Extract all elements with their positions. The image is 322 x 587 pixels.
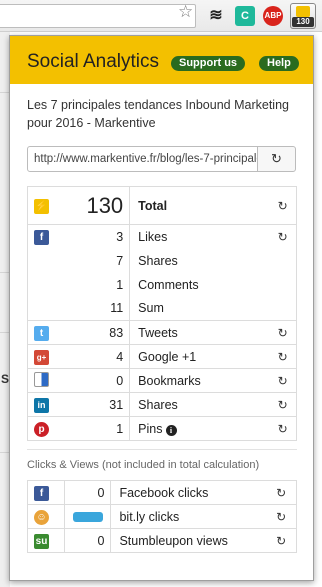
facebook-sum-value: 11 <box>60 296 131 321</box>
facebook-shares-label: Shares <box>129 248 270 273</box>
section-divider <box>27 449 297 450</box>
total-label: Total <box>129 186 270 225</box>
social-analytics-icon[interactable]: 130 <box>290 3 316 29</box>
twitter-value: 83 <box>60 320 131 345</box>
facebook-icon: f <box>34 229 49 245</box>
pinterest-icon: p <box>34 421 49 437</box>
stumbleupon-value: 0 <box>64 528 112 553</box>
refresh-facebook-button[interactable]: ↻ <box>269 224 298 249</box>
table-row-total: ⚡ 130 Total ↻ <box>26 186 298 225</box>
refresh-linkedin-button[interactable]: ↻ <box>269 392 298 417</box>
facebook-shares-value: 7 <box>60 248 131 273</box>
stats-table: ⚡ 130 Total ↻ f 3 Likes ↻ 7 Shares 1 Com… <box>26 186 298 441</box>
buffer-icon[interactable]: ≋ <box>206 6 226 26</box>
pinterest-label: Pins <box>138 421 163 436</box>
twitter-label: Tweets <box>129 320 270 345</box>
bitly-icon: ☺ <box>34 509 49 525</box>
delicious-value: 0 <box>60 368 131 393</box>
page-title: Les 7 principales tendances Inbound Mark… <box>27 98 289 130</box>
total-value: 130 <box>60 186 131 225</box>
table-row-twitter: t 83 Tweets ↻ <box>26 320 298 345</box>
support-us-button[interactable]: Support us <box>171 56 246 71</box>
stumbleupon-icon: su <box>34 533 49 549</box>
info-icon[interactable]: i <box>165 424 177 436</box>
refresh-pinterest-button[interactable]: ↻ <box>269 416 298 441</box>
browser-toolbar: ☆ ≋ C ABP 130 <box>0 0 322 32</box>
delicious-icon <box>34 371 49 387</box>
google-plus-value: 4 <box>60 344 131 369</box>
table-row-stumbleupon-views: su 0 Stumbleupon views ↻ <box>26 528 298 553</box>
url-refresh-button[interactable]: ↻ <box>257 146 296 172</box>
linkedin-value: 31 <box>60 392 131 417</box>
table-row-facebook-shares: 7 Shares <box>26 248 298 273</box>
facebook-comments-value: 1 <box>60 272 131 297</box>
address-bar[interactable] <box>0 4 196 28</box>
bitly-clicks-label: bit.ly clicks <box>110 504 267 529</box>
table-row-linkedin: in 31 Shares ↻ <box>26 392 298 417</box>
facebook-sum-label: Sum <box>129 296 270 321</box>
refresh-icon: ↻ <box>271 151 282 166</box>
c-extension-icon[interactable]: C <box>235 6 255 26</box>
bitly-loading-bar <box>72 512 103 523</box>
refresh-stumbleupon-button[interactable]: ↻ <box>266 528 298 553</box>
table-row-facebook-sum: 11 Sum <box>26 296 298 321</box>
google-plus-icon: g+ <box>34 349 49 365</box>
social-analytics-popup: Social Analytics Support us Help Les 7 p… <box>9 35 314 581</box>
facebook-clicks-value: 0 <box>64 480 112 505</box>
refresh-facebook-clicks-button[interactable]: ↻ <box>266 480 298 505</box>
table-row-bitly-clicks: ☺ bit.ly clicks ↻ <box>26 504 298 529</box>
refresh-bitly-button[interactable]: ↻ <box>266 504 298 529</box>
popup-title: Social Analytics <box>27 51 160 72</box>
refresh-google-plus-button[interactable]: ↻ <box>269 344 298 369</box>
refresh-delicious-button[interactable]: ↻ <box>269 368 298 393</box>
url-field[interactable]: http://www.markentive.fr/blog/les-7-prin… <box>27 146 258 172</box>
stumbleupon-label: Stumbleupon views <box>110 528 267 553</box>
facebook-icon: f <box>34 485 49 501</box>
google-plus-label: Google +1 <box>129 344 270 369</box>
refresh-twitter-button[interactable]: ↻ <box>269 320 298 345</box>
facebook-likes-value: 3 <box>60 224 131 249</box>
popup-header: Social Analytics Support us Help <box>10 36 313 84</box>
table-row-google-plus: g+ 4 Google +1 ↻ <box>26 344 298 369</box>
delicious-label: Bookmarks <box>129 368 270 393</box>
linkedin-label: Shares <box>129 392 270 417</box>
table-row-delicious: 0 Bookmarks ↻ <box>26 368 298 393</box>
clicks-heading: Clicks & Views (not included in total ca… <box>27 459 260 471</box>
help-button[interactable]: Help <box>259 56 299 71</box>
chart-icon <box>296 6 310 17</box>
extension-badge: 130 <box>292 17 314 27</box>
table-row-facebook-comments: 1 Comments <box>26 272 298 297</box>
table-row-pinterest: p 1 Pins i ↻ <box>26 416 298 441</box>
clicks-table: f 0 Facebook clicks ↻ ☺ bit.ly clicks ↻ … <box>26 480 298 553</box>
pinterest-value: 1 <box>60 416 131 441</box>
facebook-clicks-label: Facebook clicks <box>110 480 267 505</box>
facebook-comments-label: Comments <box>129 272 270 297</box>
refresh-total-button[interactable]: ↻ <box>269 186 298 225</box>
linkedin-icon: in <box>34 397 49 413</box>
twitter-icon: t <box>34 325 49 341</box>
table-row-facebook-clicks: f 0 Facebook clicks ↻ <box>26 480 298 505</box>
adblock-icon[interactable]: ABP <box>263 6 283 26</box>
table-row-facebook-likes: f 3 Likes ↻ <box>26 224 298 249</box>
facebook-likes-label: Likes <box>129 224 270 249</box>
total-icon: ⚡ <box>34 198 49 214</box>
star-icon[interactable]: ☆ <box>178 3 193 21</box>
